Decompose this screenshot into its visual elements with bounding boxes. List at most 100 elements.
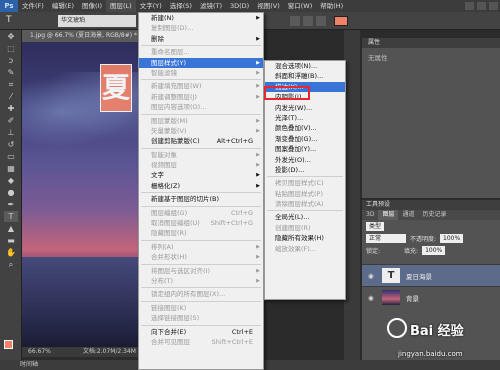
menu-item-shortcut: Ctrl+G xyxy=(230,208,253,217)
menu-3[interactable]: 图层(L) xyxy=(106,0,136,12)
menu-item-label: 渐变叠加(G)... xyxy=(275,134,318,143)
marquee-tool-icon[interactable]: ⬚ xyxy=(4,43,18,54)
opacity-label: 不透明度: xyxy=(410,235,437,243)
tab-channels[interactable]: 通道 xyxy=(398,210,418,220)
menu-7[interactable]: 3D(D) xyxy=(226,0,253,12)
menu-8[interactable]: 视图(V) xyxy=(253,0,284,12)
menu-item[interactable]: 投影(D)... xyxy=(265,165,345,175)
menu-item: 新建填充图层(W) ▶ xyxy=(139,81,263,91)
menu-item-label: 内发光(W)... xyxy=(275,103,313,112)
sea-water xyxy=(22,257,147,347)
layer-kind-select[interactable]: 类型 xyxy=(366,221,385,231)
eye-icon[interactable]: ◉ xyxy=(368,272,376,280)
menu-item[interactable]: 斜面和浮雕(B)... xyxy=(265,71,345,81)
tab-history[interactable]: 历史记录 xyxy=(418,210,450,220)
menu-item[interactable]: 栅格化(Z) ▶ xyxy=(139,181,263,191)
menu-item[interactable]: 图案叠加(Y)... xyxy=(265,144,345,154)
menu-item[interactable]: 全局光(L)... xyxy=(265,212,345,222)
properties-empty-text: 无属性 xyxy=(368,54,388,62)
menu-item[interactable]: 创建剪贴蒙版(C) Alt+Ctrl+G xyxy=(139,136,263,146)
menu-item[interactable]: 光泽(T)... xyxy=(265,113,345,123)
photoshop-logo: Ps xyxy=(0,0,18,12)
menu-item-label: 智能对象 xyxy=(151,150,177,159)
shape-tool-icon[interactable]: ▬ xyxy=(4,235,18,246)
minimize-button[interactable] xyxy=(465,2,474,10)
move-tool-icon[interactable]: ✥ xyxy=(4,31,18,42)
menu-item-label: 混合选项(N)... xyxy=(275,62,318,70)
menu-item: 创建图层(R) xyxy=(265,223,345,233)
menu-2[interactable]: 图像(I) xyxy=(78,0,106,12)
crop-tool-icon[interactable]: ⌗ xyxy=(4,79,18,90)
align-right-button[interactable] xyxy=(316,16,326,26)
menu-item-label: 斜面和浮雕(B)... xyxy=(275,72,324,81)
watermark-url: jingyan.baidu.com xyxy=(398,350,463,358)
menu-5[interactable]: 选择(S) xyxy=(166,0,196,12)
menu-item-label: 向下合并(E) xyxy=(151,327,187,336)
menu-6[interactable]: 滤镜(T) xyxy=(196,0,226,12)
font-family-select[interactable]: 华文琥珀 xyxy=(58,15,136,27)
menu-4[interactable]: 文字(Y) xyxy=(136,0,166,12)
submenu-arrow-icon: ▶ xyxy=(256,172,260,179)
menu-1[interactable]: 编辑(E) xyxy=(48,0,78,12)
blend-mode-select[interactable]: 正常 xyxy=(366,233,406,243)
type-tool-icon[interactable]: T xyxy=(6,15,16,27)
layer-row-text[interactable]: ◉ T 夏日海景 xyxy=(362,264,500,286)
healing-tool-icon[interactable]: ✚ xyxy=(4,103,18,114)
menu-item[interactable]: 外发光(O)... xyxy=(265,155,345,165)
type-tool-icon[interactable]: T xyxy=(4,211,18,222)
maximize-button[interactable] xyxy=(477,2,486,10)
align-left-button[interactable] xyxy=(290,16,300,26)
tab-3d[interactable]: 3D xyxy=(362,210,378,220)
layer-row-background[interactable]: ◉ 背景 xyxy=(362,286,500,308)
menu-item[interactable]: 内发光(W)... xyxy=(265,103,345,113)
menu-item[interactable]: 新建基于图层的切片(B) xyxy=(139,194,263,204)
menu-separator xyxy=(141,205,261,207)
submenu-arrow-icon: ▶ xyxy=(256,83,260,90)
text-color-swatch[interactable] xyxy=(334,16,348,26)
foreground-color-swatch[interactable] xyxy=(4,340,13,349)
menu-item: 隐藏图层(R) xyxy=(139,228,263,238)
eyedropper-tool-icon[interactable]: ⁄ xyxy=(4,91,18,102)
menu-item: 排列(A) ▶ xyxy=(139,242,263,252)
menu-item[interactable]: 混合选项(N)... xyxy=(265,61,345,71)
opacity-input[interactable]: 100% xyxy=(440,233,464,243)
gradient-tool-icon[interactable]: ▦ xyxy=(4,163,18,174)
dodge-tool-icon[interactable]: ● xyxy=(4,187,18,198)
stamp-tool-icon[interactable]: ⊥ xyxy=(4,127,18,138)
menu-item[interactable]: 向下合并(E) Ctrl+E xyxy=(139,327,263,337)
fill-input[interactable]: 100% xyxy=(422,245,446,255)
menu-9[interactable]: 窗口(W) xyxy=(284,0,317,12)
menu-item[interactable]: 图层样式(Y) ▶ xyxy=(139,57,263,68)
eraser-tool-icon[interactable]: ▭ xyxy=(4,151,18,162)
menu-item[interactable]: 删除 ▶ xyxy=(139,34,263,44)
menu-item[interactable]: 文字 ▶ xyxy=(139,170,263,180)
menu-item[interactable]: 颜色叠加(V)... xyxy=(265,123,345,133)
document-canvas[interactable]: 夏 xyxy=(22,42,147,347)
eye-icon[interactable]: ◉ xyxy=(368,294,376,302)
menu-item[interactable]: 隐藏所有效果(H) xyxy=(265,233,345,243)
hand-tool-icon[interactable]: ✋ xyxy=(4,247,18,258)
blur-tool-icon[interactable]: ◆ xyxy=(4,175,18,186)
path-select-tool-icon[interactable]: ▲ xyxy=(4,223,18,234)
menu-separator xyxy=(141,287,261,289)
layer-menu-dropdown: 新建(N) ▶ 复制图层(D)... 删除 ▶ 重命名图层... 图层样式(Y) ▶ 智能滤镜 ▶… xyxy=(138,12,264,370)
lasso-tool-icon[interactable]: ↄ xyxy=(4,55,18,66)
menu-separator xyxy=(141,263,261,265)
zoom-tool-icon[interactable]: ⌕ xyxy=(4,259,18,270)
menu-item[interactable]: 新建(N) ▶ xyxy=(139,13,263,23)
align-center-button[interactable] xyxy=(303,16,313,26)
canvas-text-layer[interactable]: 夏 xyxy=(100,64,132,112)
close-button[interactable] xyxy=(489,2,498,10)
menu-separator xyxy=(141,79,261,81)
menu-item[interactable]: 渐变叠加(G)... xyxy=(265,134,345,144)
tab-layers[interactable]: 图层 xyxy=(378,210,399,220)
quick-select-tool-icon[interactable]: ✎ xyxy=(4,67,18,78)
history-brush-tool-icon[interactable]: ↺ xyxy=(4,139,18,150)
menu-10[interactable]: 帮助(H) xyxy=(316,0,347,12)
timeline-label[interactable]: 时间轴 xyxy=(20,361,38,368)
pen-tool-icon[interactable]: ✒ xyxy=(4,199,18,210)
menu-item-label: 重命名图层... xyxy=(151,48,190,57)
menu-0[interactable]: 文件(F) xyxy=(18,0,48,12)
brush-tool-icon[interactable]: ✐ xyxy=(4,115,18,126)
menu-item-label: 视频图层 xyxy=(151,161,177,170)
